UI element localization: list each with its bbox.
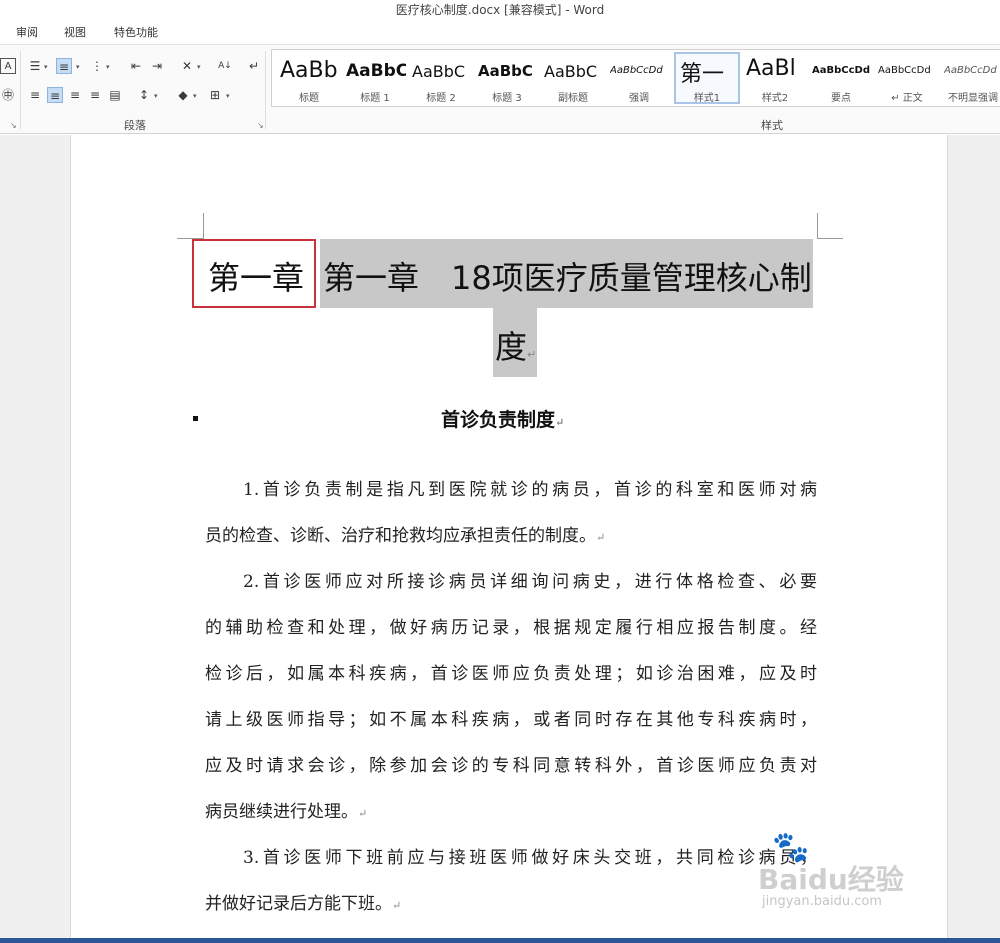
shading-icon[interactable]: ◆ <box>175 87 191 103</box>
line-spacing-dropdown-icon[interactable]: ▾ <box>154 92 158 100</box>
bullets-icon[interactable]: ☰ <box>27 58 43 74</box>
document-area: 第一章 18项医疗质量管理核心制 度↵ 第一章 首诊负责制度↵ 1.首诊负责制是… <box>0 135 1000 943</box>
group-separator <box>20 51 21 129</box>
styles-gallery: AaBb 标题 AaBbC 标题 1 AaBbC 标题 2 AaBbC 标题 3… <box>271 49 1000 107</box>
decrease-indent-icon[interactable]: ⇤ <box>128 58 144 74</box>
style-emphasis[interactable]: AaBbCcDd 强调 <box>606 52 672 104</box>
style-name: 样式1 <box>693 93 721 104</box>
multilevel-list-icon[interactable]: ⋮ <box>89 58 105 74</box>
align-center-icon[interactable]: ≡ <box>47 87 63 103</box>
numbering-dropdown-icon[interactable]: ▾ <box>76 63 80 71</box>
paragraph-mark: ↵ <box>527 348 537 361</box>
style-style1[interactable]: 第一 样式1 <box>674 52 740 104</box>
borders-icon[interactable]: ⊞ <box>207 87 223 103</box>
phonetic-icon[interactable]: ㊥ <box>0 87 16 103</box>
style-sample: AaBb <box>280 58 338 83</box>
body-line[interactable]: 应及时请求会诊，除参加会诊的专科同意转科外，首诊医师应负责对 <box>205 751 817 776</box>
style-name: 强调 <box>629 93 649 104</box>
group-label-styles: 样式 <box>761 119 783 132</box>
line-spacing-icon[interactable]: ↕ <box>136 87 152 103</box>
style-sample: AaBbC <box>412 62 466 81</box>
multilevel-dropdown-icon[interactable]: ▾ <box>106 63 110 71</box>
chapter-title-line2[interactable]: 度↵ <box>495 322 536 368</box>
tab-view[interactable]: 视图 <box>64 24 86 40</box>
align-left-icon[interactable]: ≡ <box>27 87 43 103</box>
borders-dropdown-icon[interactable]: ▾ <box>226 92 230 100</box>
group-separator <box>265 51 266 129</box>
style-name: 标题 2 <box>426 93 456 104</box>
sort-icon[interactable]: A↓ <box>217 58 233 74</box>
style-heading2[interactable]: AaBbC 标题 2 <box>408 52 474 104</box>
paragraph-mark: ↵ <box>555 416 565 429</box>
style-sample: 第一 <box>680 62 725 86</box>
style-strong[interactable]: AaBbCcDd 要点 <box>808 52 874 104</box>
chinese-layout-icon[interactable]: ✕ <box>179 58 195 74</box>
chapter-title-line1[interactable]: 第一章 18项医疗质量管理核心制 <box>323 253 812 299</box>
style-sample: AaBbC <box>478 62 533 80</box>
style-title[interactable]: AaBb 标题 <box>276 52 342 104</box>
show-marks-icon[interactable]: ↵ <box>246 58 262 74</box>
font-launcher-icon[interactable]: ↘ <box>10 121 17 130</box>
window-bottom-edge <box>0 938 1000 943</box>
ribbon-tabs: 审阅 视图 特色功能 <box>0 20 1000 44</box>
crop-mark <box>817 213 818 239</box>
body-line[interactable]: 3.首诊医师下班前应与接班医师做好床头交班，共同检诊病员， <box>205 843 817 868</box>
increase-indent-icon[interactable]: ⇥ <box>149 58 165 74</box>
body-line[interactable]: 员的检查、诊断、治疗和抢救均应承担责任的制度。↵ <box>205 521 817 546</box>
chapter-label: 第一章 <box>208 259 305 297</box>
style-sample: AaBl <box>746 56 796 81</box>
align-right-icon[interactable]: ≡ <box>67 87 83 103</box>
paragraph-mark: ↵ <box>392 899 402 912</box>
body-line[interactable]: 检诊后，如属本科疾病，首诊医师应负责处理；如诊治困难，应及时 <box>205 659 817 684</box>
chapter-label-box: 第一章 <box>192 239 316 308</box>
body-line[interactable]: 病员继续进行处理。↵ <box>205 797 817 822</box>
style-style2[interactable]: AaBl 样式2 <box>742 52 808 104</box>
crop-mark <box>203 213 204 239</box>
shading-dropdown-icon[interactable]: ▾ <box>193 92 197 100</box>
style-sample: AaBbC <box>544 62 598 81</box>
style-subtitle[interactable]: AaBbC 副标题 <box>540 52 606 104</box>
justify-icon[interactable]: ≡ <box>87 87 103 103</box>
bullets-dropdown-icon[interactable]: ▾ <box>44 63 48 71</box>
distributed-icon[interactable]: ▤ <box>107 87 123 103</box>
numbering-icon[interactable]: ≡ <box>56 58 72 74</box>
style-name: 副标题 <box>558 93 588 104</box>
paragraph-mark: ↵ <box>596 531 606 544</box>
body-line[interactable]: 请上级医师指导；如不属本科疾病，或者同时存在其他专科疾病时， <box>205 705 817 730</box>
style-name: ↵ 正文 <box>891 93 923 104</box>
ribbon: A ㊥ ☰ ▾ ≡ ▾ ⋮ ▾ ⇤ ⇥ ✕ ▾ A↓ ↵ ≡ ≡ ≡ ≡ ▤ ↕… <box>0 44 1000 134</box>
crop-mark <box>817 238 843 239</box>
list-bullet <box>193 416 198 421</box>
watermark-url: jingyan.baidu.com <box>762 894 882 909</box>
section-heading[interactable]: 首诊负责制度↵ <box>441 405 564 432</box>
paragraph-mark: ↵ <box>358 807 368 820</box>
tab-review[interactable]: 审阅 <box>16 24 38 40</box>
style-normal[interactable]: AaBbCcDd ↵ 正文 <box>874 52 940 104</box>
style-heading3[interactable]: AaBbC 标题 3 <box>474 52 540 104</box>
style-name: 不明显强调 <box>948 93 998 104</box>
style-name: 标题 1 <box>360 93 390 104</box>
body-line[interactable]: 1.首诊负责制是指凡到医院就诊的病员，首诊的科室和医师对病 <box>205 475 817 500</box>
tab-features[interactable]: 特色功能 <box>114 24 158 40</box>
baidu-watermark: 🐾 Baidu经验 jingyan.baidu.com <box>758 828 958 928</box>
style-name: 样式2 <box>761 93 789 104</box>
style-name: 标题 3 <box>492 93 522 104</box>
document-page[interactable]: 第一章 18项医疗质量管理核心制 度↵ 第一章 首诊负责制度↵ 1.首诊负责制是… <box>70 135 948 943</box>
watermark-brand: Baidu经验 <box>758 863 904 896</box>
group-label-paragraph: 段落 <box>124 119 146 132</box>
chinese-layout-dropdown-icon[interactable]: ▾ <box>197 63 201 71</box>
style-heading1[interactable]: AaBbC 标题 1 <box>342 52 408 104</box>
style-name: 标题 <box>299 93 319 104</box>
text-border-icon[interactable]: A <box>0 58 16 74</box>
paragraph-launcher-icon[interactable]: ↘ <box>257 121 264 130</box>
body-line[interactable]: 并做好记录后方能下班。↵ <box>205 889 817 914</box>
window-title: 医疗核心制度.docx [兼容模式] - Word <box>0 0 1000 20</box>
style-name: 要点 <box>831 93 851 104</box>
style-sample: AaBbC <box>346 61 406 81</box>
body-line[interactable]: 2.首诊医师应对所接诊病员详细询问病史，进行体格检查、必要 <box>205 567 817 592</box>
style-subtle-emphasis[interactable]: AaBbCcDd 不明显强调 <box>940 52 1000 104</box>
body-line[interactable]: 的辅助检查和处理，做好病历记录，根据规定履行相应报告制度。经 <box>205 613 817 638</box>
